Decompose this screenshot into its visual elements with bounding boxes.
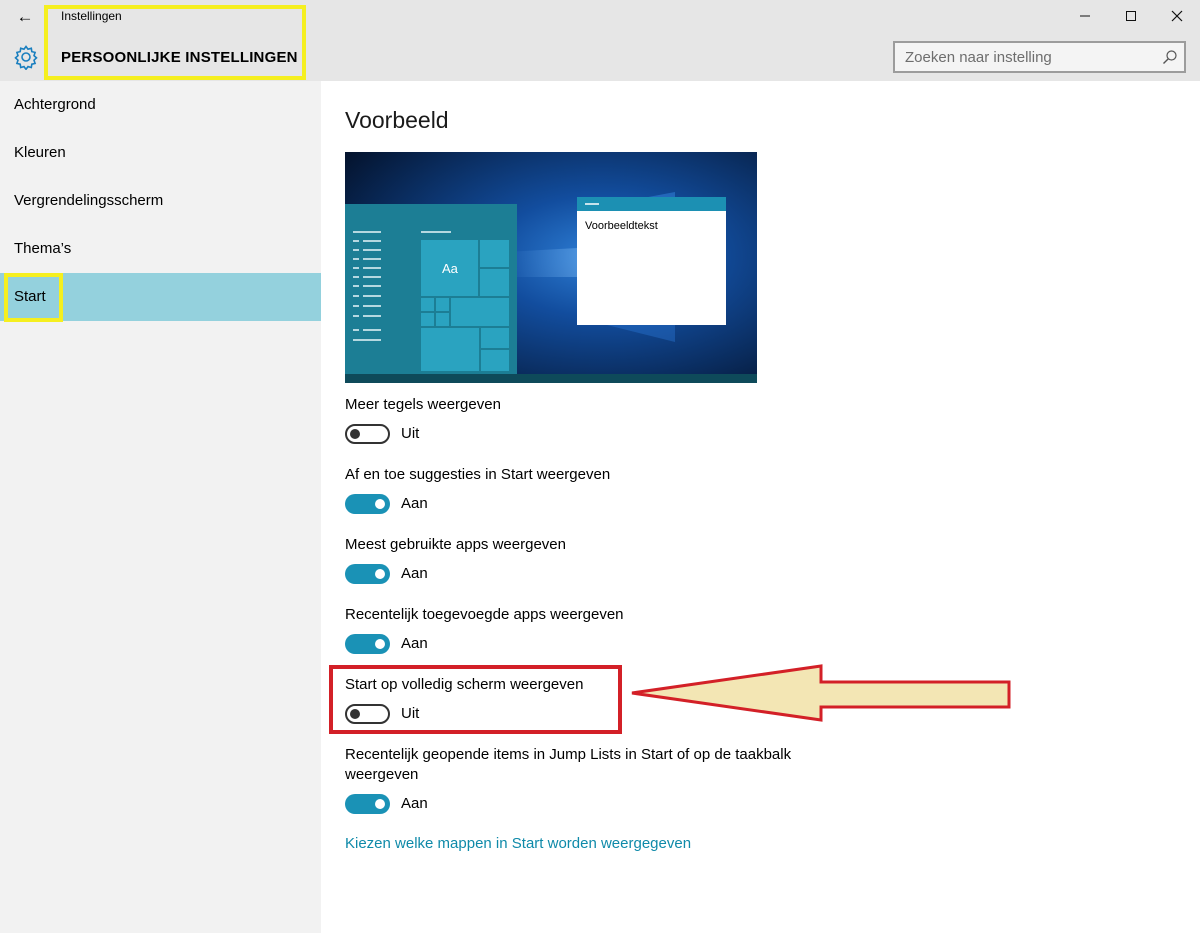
sidebar-item-themas[interactable]: Thema’s (0, 225, 321, 273)
sidebar-item-vergrendelingsscherm[interactable]: Vergrendelingsscherm (0, 177, 321, 225)
setting-label-meer-tegels: Meer tegels weergeven (345, 396, 501, 413)
search-input[interactable] (895, 43, 1155, 71)
title-highlight-box (44, 5, 306, 80)
choose-folders-link[interactable]: Kiezen welke mappen in Start worden weer… (345, 835, 691, 852)
search-icon[interactable] (1162, 49, 1178, 65)
sidebar-item-kleuren[interactable]: Kleuren (0, 129, 321, 177)
close-icon (1171, 10, 1183, 22)
setting-label-jump-lists-line2: weergeven (345, 766, 419, 783)
sidebar-item-label: Thema’s (14, 240, 72, 257)
page-title: Voorbeeld (345, 107, 449, 133)
preview-tile-text: Aa (442, 261, 459, 276)
fullscreen-highlight-box (329, 665, 622, 734)
setting-label-meest-gebruikt: Meest gebruikte apps weergeven (345, 536, 566, 553)
toggle-recent-toegevoegd[interactable] (345, 634, 390, 654)
toggle-state-meest-gebruikt: Aan (401, 565, 428, 582)
toggle-meer-tegels[interactable] (345, 424, 390, 444)
toggle-knob (350, 429, 360, 439)
setting-label-suggesties: Af en toe suggesties in Start weergeven (345, 466, 611, 483)
sidebar-item-achtergrond[interactable]: Achtergrond (0, 81, 321, 129)
preview-sample-text: Voorbeeldtekst (585, 220, 658, 232)
sidebar-item-label: Kleuren (14, 144, 66, 161)
maximize-button[interactable] (1108, 0, 1154, 32)
gear-icon (14, 45, 38, 70)
start-highlight-box (4, 273, 63, 322)
setting-label-recent-toegevoegd: Recentelijk toegevoegde apps weergeven (345, 606, 624, 623)
toggle-state-jump-lists: Aan (401, 795, 428, 812)
sidebar: Achtergrond Kleuren Vergrendelingsscherm… (0, 81, 321, 933)
preview-graphic: Aa Voorbeeldtekst (345, 152, 757, 383)
close-button[interactable] (1154, 0, 1200, 32)
toggle-state-recent-toegevoegd: Aan (401, 635, 428, 652)
search-box[interactable] (893, 41, 1186, 73)
toggle-knob (375, 499, 385, 509)
minimize-icon (1080, 15, 1090, 17)
window-controls (1062, 0, 1200, 32)
sidebar-item-label: Vergrendelingsscherm (14, 192, 164, 209)
sidebar-item-label: Achtergrond (14, 96, 96, 113)
toggle-knob (375, 799, 385, 809)
toggle-knob (375, 639, 385, 649)
back-button[interactable]: ← (10, 3, 40, 31)
toggle-state-meer-tegels: Uit (401, 425, 420, 442)
toggle-state-suggesties: Aan (401, 495, 428, 512)
toggle-suggesties[interactable] (345, 494, 390, 514)
start-preview-image: Aa Voorbeeldtekst (345, 152, 757, 383)
minimize-button[interactable] (1062, 0, 1108, 32)
annotation-arrow-icon (631, 664, 1011, 722)
toggle-knob (375, 569, 385, 579)
setting-label-jump-lists: Recentelijk geopende items in Jump Lists… (345, 746, 792, 763)
toggle-jump-lists[interactable] (345, 794, 390, 814)
toggle-meest-gebruikt[interactable] (345, 564, 390, 584)
maximize-icon (1126, 11, 1136, 21)
